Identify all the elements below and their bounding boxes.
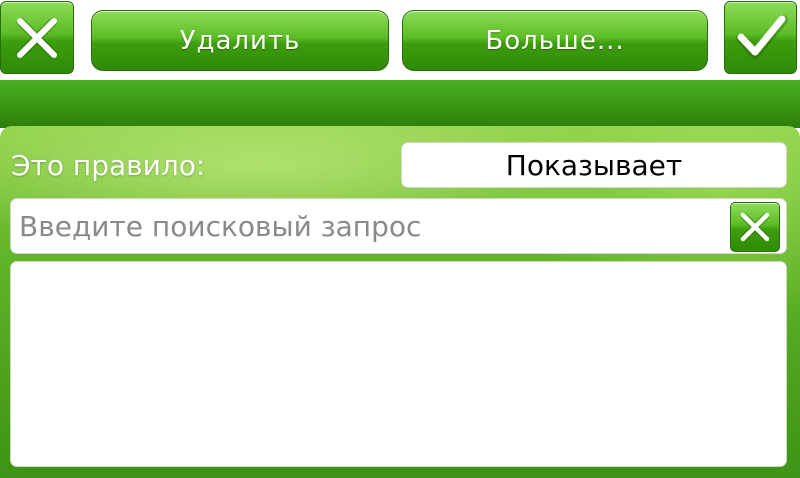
rule-label: Это правило: <box>11 149 206 182</box>
toolbar: Удалить Больше... <box>0 0 800 80</box>
close-x-icon <box>16 17 58 58</box>
more-button[interactable]: Больше... <box>402 10 708 71</box>
checkmark-icon <box>735 14 788 59</box>
header-band <box>0 80 800 128</box>
delete-button[interactable]: Удалить <box>91 10 389 71</box>
rule-value-text: Показывает <box>505 148 683 182</box>
delete-button-label: Удалить <box>179 25 301 56</box>
main-panel: Это правило: Показывает <box>0 126 800 478</box>
search-input[interactable] <box>11 199 711 253</box>
close-button[interactable] <box>0 1 74 74</box>
results-list[interactable] <box>10 261 787 467</box>
ok-button[interactable] <box>724 1 797 74</box>
clear-search-button[interactable] <box>730 202 780 252</box>
search-box <box>10 198 787 254</box>
close-x-icon <box>740 212 770 242</box>
screen: Удалить Больше... Это правило: Показывае… <box>0 0 800 478</box>
rule-value-selector[interactable]: Показывает <box>401 142 787 188</box>
more-button-label: Больше... <box>485 25 625 56</box>
